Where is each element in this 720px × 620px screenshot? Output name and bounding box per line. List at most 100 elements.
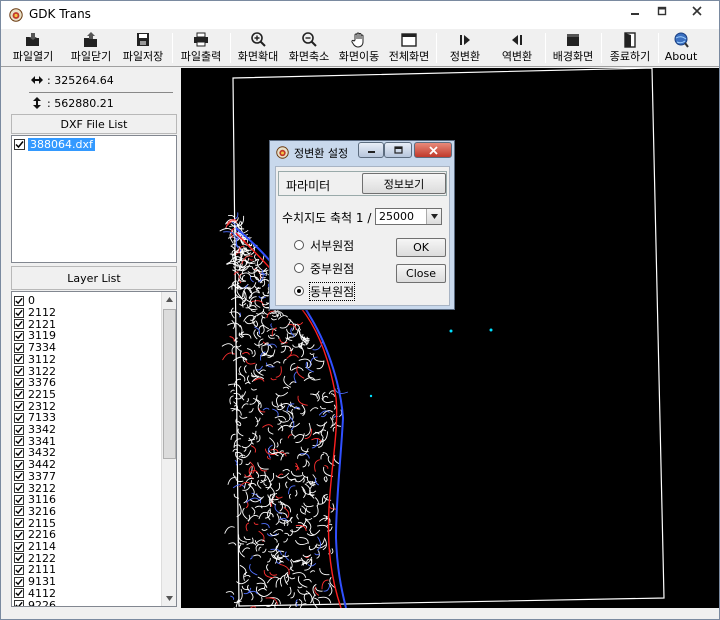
dialog-close-button[interactable] [414,142,452,158]
layer-item[interactable]: 3119 [14,329,56,342]
layer-item[interactable]: 7334 [14,341,56,354]
layer-checkbox[interactable] [14,424,24,435]
layer-item[interactable]: 3112 [14,353,56,366]
layer-checkbox[interactable] [14,319,24,330]
layer-checkbox[interactable] [14,564,24,575]
dialog-title-bar[interactable]: 정변환 설정 [270,141,454,163]
layer-item[interactable]: 3342 [14,423,56,436]
parameter-group: 파라미터 정보보기 [278,171,447,196]
layer-list[interactable]: 0 2112 2121 3119 7334 3112 3122 3376 2215 2312 713… [11,291,177,607]
layer-checkbox[interactable] [14,541,24,552]
exit-button[interactable]: 종료하기 [604,31,656,65]
dialog-close-action-button[interactable]: Close [396,264,446,283]
layer-checkbox[interactable] [14,377,24,388]
layer-checkbox[interactable] [14,459,24,470]
layer-checkbox[interactable] [14,366,24,377]
layer-checkbox[interactable] [14,506,24,517]
layer-item[interactable]: 3212 [14,482,56,495]
layer-item[interactable]: 2115 [14,517,56,530]
layer-item[interactable]: 7133 [14,411,56,424]
print-file-button[interactable]: 파일출력 [175,31,227,65]
contour-line [267,427,274,435]
scale-select[interactable]: 25000 [375,208,442,225]
close-file-button[interactable]: 파일닫기 [63,31,119,65]
layer-checkbox[interactable] [14,529,24,540]
layer-item[interactable]: 3116 [14,493,56,506]
dxf-file-list[interactable]: 388064.dxf [11,135,177,263]
layer-item[interactable]: 0 [14,294,35,307]
layer-checkbox[interactable] [14,401,24,412]
layer-checkbox[interactable] [14,342,24,353]
layer-item[interactable]: 3442 [14,458,56,471]
forward-transform-button[interactable]: 정변환 [439,31,491,65]
info-button[interactable]: 정보보기 [362,173,446,194]
zoom-out-button[interactable]: 화면축소 [284,31,334,65]
layer-checkbox[interactable] [14,600,24,606]
scroll-down-button[interactable] [162,591,176,606]
layer-item[interactable]: 3432 [14,446,56,459]
minimize-button[interactable] [621,2,648,20]
contour-line [313,505,319,518]
layer-checkbox[interactable] [14,494,24,505]
layer-checkbox[interactable] [14,330,24,341]
dialog-minimize-button[interactable] [358,142,384,158]
layer-checkbox[interactable] [14,483,24,494]
scroll-up-button[interactable] [162,292,176,307]
layer-item[interactable]: 2216 [14,528,56,541]
inverse-transform-button[interactable]: 역변환 [491,31,543,65]
layer-item[interactable]: 2121 [14,318,56,331]
layer-item[interactable]: 9226 [14,599,56,606]
pan-button[interactable]: 화면이동 [334,31,384,65]
ok-button[interactable]: OK [396,238,446,257]
list-item[interactable]: 388064.dxf [14,138,95,151]
contour-line [253,554,262,558]
zoom-in-button[interactable]: 화면확대 [233,31,283,65]
contour-line [243,536,251,541]
layer-item[interactable]: 2122 [14,552,56,565]
layer-checkbox[interactable] [14,436,24,447]
layer-scrollbar[interactable] [161,292,176,606]
checkmark-icon [15,367,23,375]
contour-line [300,557,304,566]
radio-button-selected[interactable] [294,286,304,296]
origin-west-radio[interactable]: 서부원점 [294,238,354,253]
layer-item[interactable]: 3377 [14,470,56,483]
dialog-maximize-button[interactable] [384,142,412,158]
radio-button[interactable] [294,263,304,273]
layer-checkbox[interactable] [14,412,24,423]
scroll-thumb[interactable] [163,309,176,459]
layer-item[interactable]: 2312 [14,400,56,413]
layer-item[interactable]: 3376 [14,376,56,389]
layer-item[interactable]: 4112 [14,587,56,600]
layer-checkbox[interactable] [14,295,24,306]
layer-checkbox[interactable] [14,471,24,482]
layer-checkbox[interactable] [14,518,24,529]
layer-checkbox[interactable] [14,553,24,564]
layer-item[interactable]: 2111 [14,563,56,576]
scale-dropdown-button[interactable] [426,209,441,224]
radio-button[interactable] [294,240,304,250]
open-file-button[interactable]: 파일열기 [5,31,61,65]
file-checkbox[interactable] [14,139,25,150]
layer-item[interactable]: 2114 [14,540,56,553]
save-file-button[interactable]: 파일저장 [117,31,169,65]
layer-checkbox[interactable] [14,389,24,400]
layer-item[interactable]: 9131 [14,575,56,588]
layer-item[interactable]: 3216 [14,505,56,518]
layer-checkbox[interactable] [14,354,24,365]
layer-item[interactable]: 2112 [14,306,56,319]
maximize-button[interactable] [648,2,675,20]
background-button[interactable]: 배경화면 [547,31,599,65]
origin-east-radio[interactable]: 동부원점 [294,281,356,301]
full-screen-button[interactable]: 전체화면 [384,31,434,65]
layer-checkbox[interactable] [14,447,24,458]
layer-item[interactable]: 3341 [14,435,56,448]
layer-checkbox[interactable] [14,588,24,599]
layer-item[interactable]: 2215 [14,388,56,401]
layer-checkbox[interactable] [14,307,24,318]
layer-item[interactable]: 3122 [14,365,56,378]
layer-checkbox[interactable] [14,576,24,587]
about-button[interactable]: About [661,31,701,65]
origin-central-radio[interactable]: 중부원점 [294,261,354,276]
close-button[interactable] [675,2,719,20]
